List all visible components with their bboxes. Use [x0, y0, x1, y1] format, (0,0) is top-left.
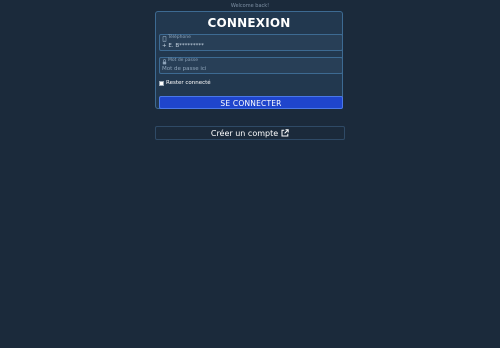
- password-label: Mot de passe: [168, 58, 198, 63]
- remember-me-checkbox[interactable]: [159, 80, 164, 86]
- phone-input[interactable]: [162, 42, 338, 50]
- create-account-button[interactable]: Créer un compte: [155, 126, 345, 140]
- login-title: CONNEXION: [207, 16, 291, 30]
- login-button[interactable]: SE CONNECTER: [159, 96, 343, 109]
- welcome-text: Welcome back!: [230, 3, 270, 9]
- login-page: Welcome back! CONNEXION Téléphone Mot de…: [0, 0, 500, 348]
- remember-me[interactable]: Rester connecté: [159, 79, 211, 87]
- remember-me-label: Rester connecté: [166, 80, 211, 86]
- phone-field[interactable]: Téléphone: [159, 34, 343, 51]
- password-input[interactable]: [162, 65, 338, 73]
- login-card: CONNEXION Téléphone Mot de passe Rester …: [155, 11, 343, 109]
- external-link-icon: [281, 129, 289, 137]
- create-account-label: Créer un compte: [210, 128, 279, 138]
- password-field[interactable]: Mot de passe: [159, 57, 343, 74]
- phone-label: Téléphone: [168, 35, 191, 40]
